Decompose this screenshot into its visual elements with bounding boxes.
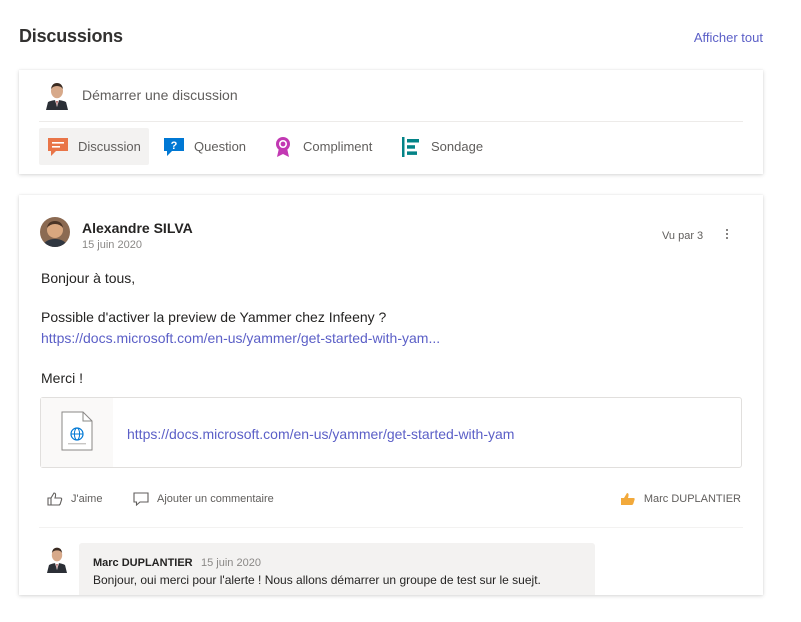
link-preview-url[interactable]: https://docs.microsoft.com/en-us/yammer/…: [127, 426, 514, 442]
type-discussion-label: Discussion: [78, 139, 141, 154]
seen-by-count[interactable]: Vu par 3: [662, 230, 703, 242]
author-name[interactable]: Alexandre SILVA: [82, 220, 193, 236]
discussions-header: Discussions Afficher tout: [19, 26, 763, 54]
liked-by-name: Marc DUPLANTIER: [643, 493, 741, 505]
compliment-icon: [272, 136, 294, 158]
more-options-icon[interactable]: [723, 227, 731, 243]
web-document-icon: [61, 411, 93, 451]
type-compliment-button[interactable]: Compliment: [264, 128, 380, 165]
author-avatar[interactable]: [40, 217, 70, 247]
like-label: J'aime: [71, 493, 103, 505]
type-discussion-button[interactable]: Discussion: [39, 128, 149, 165]
post-greeting: Bonjour à tous,: [41, 270, 136, 286]
see-all-link[interactable]: Afficher tout: [694, 30, 763, 45]
like-button[interactable]: J'aime: [47, 492, 102, 506]
discussion-icon: [47, 136, 69, 158]
discussion-composer: Démarrer une discussion Discussion ? Que…: [19, 70, 763, 174]
post-question: Possible d'activer la preview de Yammer …: [41, 309, 387, 325]
post-closing: Merci !: [41, 370, 83, 386]
comment-icon: [133, 492, 149, 506]
link-preview-card[interactable]: https://docs.microsoft.com/en-us/yammer/…: [40, 397, 742, 468]
add-comment-label: Ajouter un commentaire: [157, 493, 274, 505]
link-preview-thumbnail: [41, 398, 113, 467]
composer-divider: [39, 121, 743, 122]
type-question-label: Question: [194, 139, 247, 154]
type-poll-button[interactable]: Sondage: [392, 128, 491, 165]
type-poll-label: Sondage: [431, 139, 484, 154]
reply-date[interactable]: 15 juin 2020: [201, 557, 261, 569]
reply-bubble: Marc DUPLANTIER 15 juin 2020 Bonjour, ou…: [79, 543, 595, 595]
liked-by[interactable]: Marc DUPLANTIER: [620, 492, 741, 506]
reply-text: Bonjour, oui merci pour l'alerte ! Nous …: [93, 573, 541, 587]
current-user-avatar: [44, 80, 70, 110]
liked-thumbs-up-icon: [620, 492, 636, 506]
question-icon: ?: [163, 136, 185, 158]
type-question-button[interactable]: ? Question: [155, 128, 254, 165]
post-date[interactable]: 15 juin 2020: [82, 239, 142, 251]
reply-divider: [39, 527, 743, 528]
reply-author-avatar[interactable]: [46, 545, 68, 573]
type-compliment-label: Compliment: [303, 139, 373, 154]
discussion-post: Alexandre SILVA 15 juin 2020 Vu par 3 Bo…: [19, 195, 763, 595]
thumbs-up-icon: [47, 492, 63, 506]
post-link[interactable]: https://docs.microsoft.com/en-us/yammer/…: [41, 330, 440, 346]
start-discussion-input[interactable]: Démarrer une discussion: [82, 87, 238, 103]
svg-text:?: ?: [171, 140, 178, 152]
page-title: Discussions: [19, 26, 123, 46]
add-comment-button[interactable]: Ajouter un commentaire: [133, 492, 274, 506]
reply-author-name[interactable]: Marc DUPLANTIER: [93, 557, 193, 569]
poll-icon: [400, 136, 422, 158]
